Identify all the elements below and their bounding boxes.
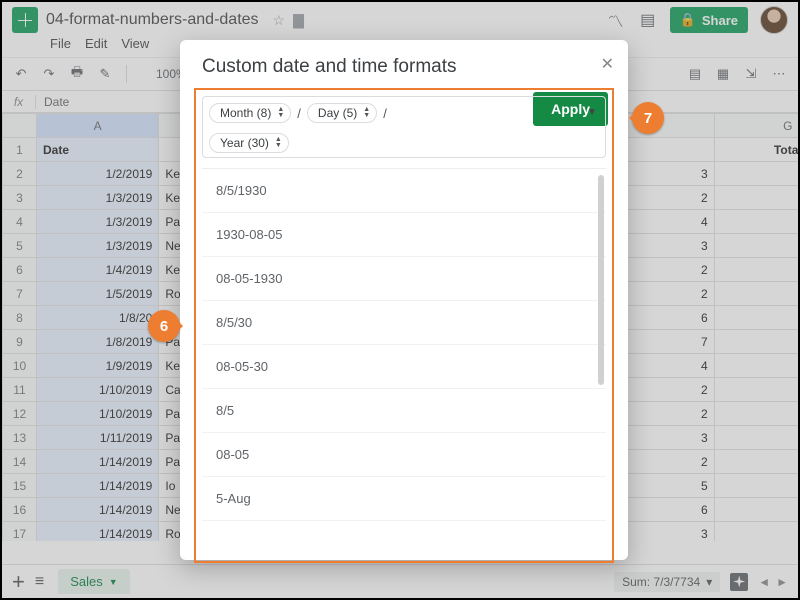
format-option[interactable]: 1930-08-05	[202, 213, 606, 257]
chip-year[interactable]: Year (30)▲▼	[209, 133, 289, 153]
chip-day[interactable]: Day (5)▲▼	[307, 103, 377, 123]
format-example-list[interactable]: 8/5/19301930-08-0508-05-19308/5/3008-05-…	[202, 168, 606, 548]
scrollbar[interactable]	[598, 175, 604, 385]
separator-slash: /	[381, 106, 389, 121]
format-chip-bar[interactable]: Month (8)▲▼ / Day (5)▲▼ / ▼ Year (30)▲▼	[202, 96, 606, 158]
dialog-title: Custom date and time formats	[180, 40, 628, 90]
stepper-icon[interactable]: ▲▼	[275, 137, 282, 149]
stepper-icon[interactable]: ▲▼	[277, 107, 284, 119]
highlight-box: Month (8)▲▼ / Day (5)▲▼ / ▼ Year (30)▲▼ …	[194, 88, 614, 563]
separator-slash: /	[295, 106, 303, 121]
chevron-down-icon[interactable]: ▼	[587, 107, 597, 118]
custom-date-dialog: Custom date and time formats ✕ Apply Mon…	[180, 40, 628, 560]
close-icon[interactable]: ✕	[601, 54, 614, 74]
format-option[interactable]: 08-05-30	[202, 345, 606, 389]
chip-month[interactable]: Month (8)▲▼	[209, 103, 291, 123]
callout-6: 6	[148, 310, 180, 342]
format-option[interactable]: 8/5	[202, 389, 606, 433]
format-option[interactable]: 5-Aug	[202, 477, 606, 521]
format-option[interactable]: 8/5/1930	[202, 169, 606, 213]
format-option[interactable]: 08-05	[202, 433, 606, 477]
format-option[interactable]: 08-05-1930	[202, 257, 606, 301]
format-option[interactable]: 8/5/30	[202, 301, 606, 345]
callout-7: 7	[632, 102, 664, 134]
stepper-icon[interactable]: ▲▼	[363, 107, 370, 119]
